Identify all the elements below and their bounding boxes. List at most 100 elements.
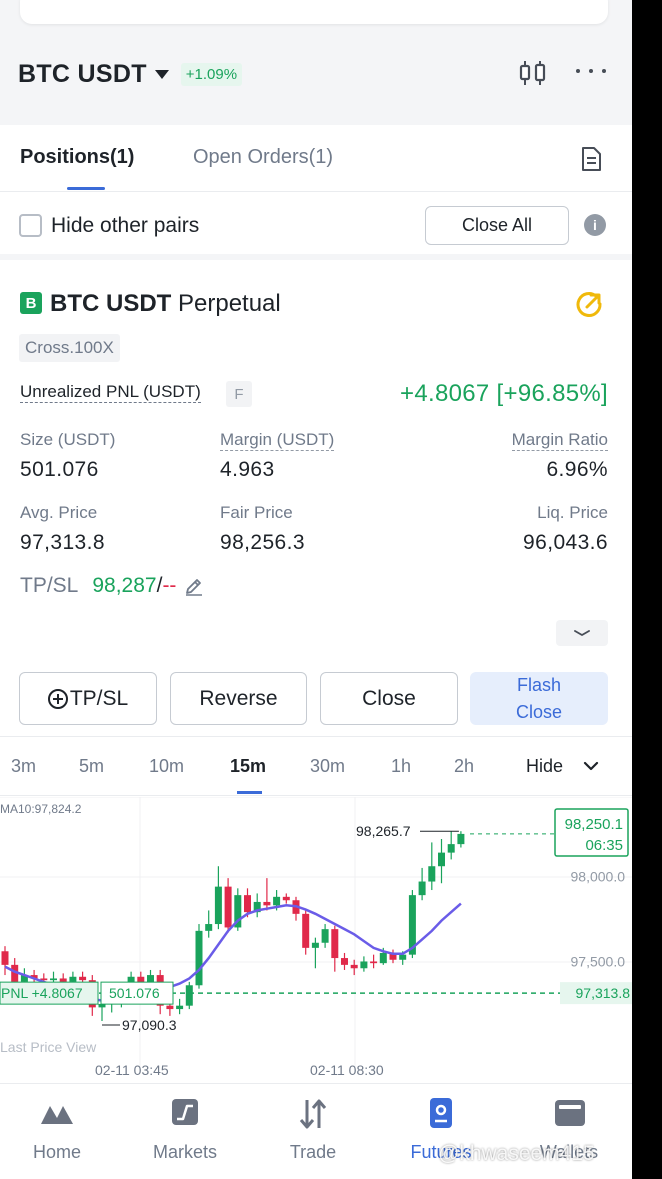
plus-circle-icon <box>47 688 68 709</box>
fair-price-label: Fair Price <box>220 503 293 522</box>
liq-price-value: 96,043.6 <box>523 531 608 554</box>
flash-close-line2: Close <box>515 701 563 722</box>
timeframe-2h[interactable]: 2h <box>454 756 474 777</box>
futures-icon <box>430 1098 452 1128</box>
tpsl-button[interactable]: TP/SL <box>19 672 157 725</box>
buy-badge: B <box>20 292 42 314</box>
expand-button[interactable] <box>556 620 608 646</box>
tab-open-orders[interactable]: Open Orders(1) <box>193 146 333 169</box>
candle-body <box>273 896 281 906</box>
avg-price-value: 97,313.8 <box>20 531 105 554</box>
stop-loss-value: -- <box>162 574 177 597</box>
watermark: @khwaseem415 <box>438 1142 595 1165</box>
close-button[interactable]: Close <box>320 672 458 725</box>
candle-body <box>185 985 193 1006</box>
margin-label[interactable]: Margin (USDT) <box>220 430 335 451</box>
info-icon[interactable]: i <box>584 214 606 236</box>
margin-mode-tag[interactable]: Cross.100X <box>19 334 120 362</box>
f-tag[interactable]: F <box>226 381 252 407</box>
share-icon[interactable] <box>574 290 604 320</box>
nav-markets[interactable]: Markets <box>122 1084 248 1179</box>
candle-body <box>350 964 358 969</box>
candle-body <box>341 958 348 965</box>
candle-body <box>205 924 213 931</box>
x-tick-label: 02-11 08:30 <box>310 1062 384 1078</box>
candle-body <box>331 929 339 959</box>
app-screen: BTC USDT +1.09% Positions(1) Open Orders… <box>0 0 632 1179</box>
hide-other-pairs-checkbox[interactable] <box>19 214 42 237</box>
reverse-button[interactable]: Reverse <box>170 672 307 725</box>
position-symbol: BTC USDT <box>50 290 172 317</box>
unrealized-pnl-label[interactable]: Unrealized PNL (USDT) <box>20 382 201 403</box>
search-bar[interactable] <box>20 0 608 24</box>
candle-body <box>438 852 445 867</box>
chart-grid <box>0 797 632 1067</box>
timeframe-30m[interactable]: 30m <box>310 756 345 777</box>
candle-body <box>224 886 232 928</box>
caret-down-icon <box>154 69 169 79</box>
candle-body <box>321 929 329 943</box>
candle-body <box>311 942 319 948</box>
candle-body <box>418 881 426 896</box>
price-change-badge: +1.09% <box>180 62 243 86</box>
nav-markets-label: Markets <box>152 1142 217 1162</box>
candle-body <box>399 954 407 960</box>
pair-selector[interactable]: BTC USDT +1.09% <box>18 56 243 92</box>
trade-icon <box>299 1099 327 1129</box>
more-icon[interactable] <box>576 69 606 75</box>
timeframe-15m[interactable]: 15m <box>230 756 266 777</box>
y-tick-label: 97,500.0 <box>571 953 626 969</box>
size-tag-value: 501.076 <box>109 985 160 1001</box>
hide-other-pairs-label[interactable]: Hide other pairs <box>51 214 199 238</box>
timeframe-5m[interactable]: 5m <box>79 756 104 777</box>
candle-body <box>302 913 310 948</box>
candle-body <box>379 952 387 964</box>
candle-body <box>360 961 368 969</box>
tab-positions[interactable]: Positions(1) <box>20 146 134 169</box>
candle-body <box>447 844 455 853</box>
timeframe-bar: 3m 5m 10m 15m 30m 1h 2h Hide <box>0 736 632 796</box>
candle-body <box>176 1005 184 1010</box>
ma-label: MA10:97,824.2 <box>0 802 82 816</box>
avg-price-label: Avg. Price <box>20 503 98 522</box>
candle-body <box>69 976 77 982</box>
chevron-down-icon <box>574 630 590 637</box>
filter-row: Hide other pairs Close All <box>0 192 632 260</box>
hide-chart-button[interactable]: Hide <box>526 756 563 777</box>
candle-body <box>166 1005 174 1010</box>
positions-tabs: Positions(1) Open Orders(1) <box>0 132 632 192</box>
order-history-icon[interactable] <box>580 146 602 172</box>
close-all-button[interactable]: Close All <box>425 206 569 245</box>
candle-body <box>370 961 378 964</box>
timeframe-3m[interactable]: 3m <box>11 756 36 777</box>
high-label: 98,265.7 <box>356 823 411 839</box>
nav-trade[interactable]: Trade <box>250 1084 376 1179</box>
position-title: BTC USDT Perpetual <box>50 290 281 318</box>
chart-icon[interactable] <box>518 60 548 86</box>
timeframe-10m[interactable]: 10m <box>149 756 184 777</box>
tab-indicator <box>67 187 105 190</box>
timeframe-1h[interactable]: 1h <box>391 756 411 777</box>
tpsl-row: TP/SL 98,287 / -- <box>20 574 204 598</box>
price-chart[interactable]: MA10:97,824.2 98,265.7 97,090.3 98,000.0… <box>0 797 632 1083</box>
chevron-down-icon[interactable] <box>582 757 600 775</box>
y-tick-label: 98,000.0 <box>571 868 626 884</box>
candle-body <box>214 886 222 925</box>
candle-countdown: 06:35 <box>585 837 623 854</box>
position-pnl-tag[interactable]: PNL +4.8067 501.076 <box>0 981 174 1005</box>
home-icon <box>41 1106 73 1124</box>
flash-close-button[interactable]: Flash Close <box>470 672 608 725</box>
pair-name: BTC USDT <box>18 59 147 88</box>
current-price-value: 98,250.1 <box>565 816 623 833</box>
nav-home[interactable]: Home <box>0 1084 120 1179</box>
timeframe-indicator <box>237 791 262 794</box>
size-value: 501.076 <box>20 458 99 481</box>
last-price-view-label: Last Price View <box>0 1039 97 1055</box>
flash-close-line1: Flash <box>516 674 561 695</box>
position-contract: Perpetual <box>178 290 281 317</box>
candle-body <box>457 833 465 845</box>
candle-body <box>263 901 271 906</box>
margin-ratio-label[interactable]: Margin Ratio <box>511 430 608 451</box>
edit-icon[interactable] <box>184 576 204 596</box>
top-area: BTC USDT +1.09% <box>0 0 632 125</box>
